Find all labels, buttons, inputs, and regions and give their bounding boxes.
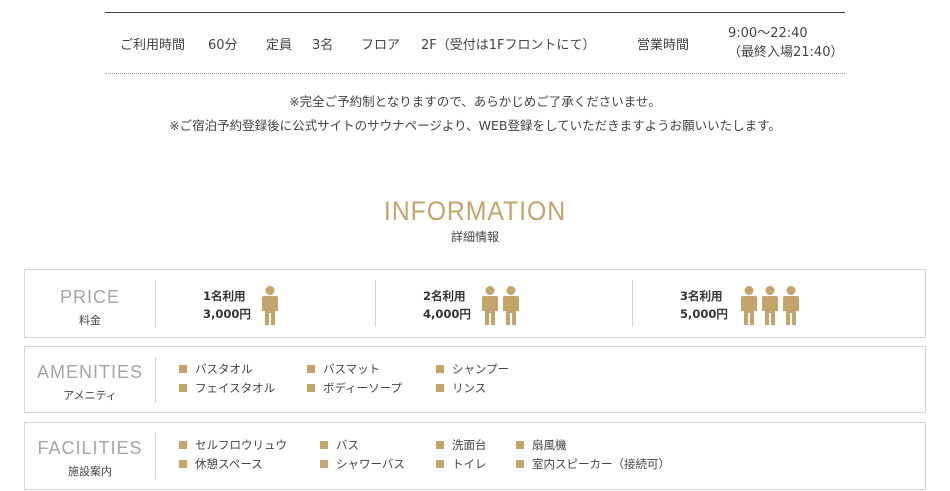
person-icon xyxy=(502,286,520,330)
square-bullet-icon xyxy=(516,441,524,449)
price-label-en: PRICE xyxy=(59,287,120,307)
square-bullet-icon xyxy=(436,460,444,468)
square-bullet-icon xyxy=(179,460,187,468)
usage-time-value: 60分 xyxy=(208,38,238,53)
divider xyxy=(375,280,376,327)
information-header: INFORMATION 詳細情報 xyxy=(0,196,950,245)
amenities-label-en: AMENITIES xyxy=(36,362,143,382)
capacity-label: 定員 xyxy=(266,38,293,53)
list-item: バス xyxy=(320,438,359,452)
list-item: ボディーソープ xyxy=(307,381,402,395)
list-item: トイレ xyxy=(436,457,487,471)
person-icon xyxy=(761,286,779,330)
hours-label: 営業時間 xyxy=(637,38,690,53)
list-item: シャワーバス xyxy=(320,457,405,471)
hours-block: 9:00〜22:40 （最終入場21:40） xyxy=(710,24,843,62)
price-section: PRICE 料金 1名利用 3,000円 2名利用 4,000円 3名利用 5,… xyxy=(24,269,926,338)
list-item: 扇風機 xyxy=(516,438,567,452)
list-item: リンス xyxy=(436,381,486,395)
divider xyxy=(155,280,156,327)
price-amount: 5,000円 xyxy=(680,307,728,321)
information-title: INFORMATION xyxy=(383,196,567,226)
square-bullet-icon xyxy=(516,460,524,468)
facilities-section: FACILITIES 施設案内 セルフロウリュウ 休憩スペース バス シャワーバ… xyxy=(24,422,926,490)
amenities-section: AMENITIES アメニティ バスタオル フェイスタオル バスマット ボディー… xyxy=(24,346,926,413)
square-bullet-icon xyxy=(307,365,315,373)
summary-row: ご利用時間 60分 定員 3名 フロア 2F（受付は1Fフロントにて） 営業時間… xyxy=(105,12,845,74)
person-icons xyxy=(481,286,520,330)
price-amount: 4,000円 xyxy=(423,307,471,321)
price-people: 1名利用 xyxy=(203,289,246,303)
list-item: シャンプー xyxy=(436,362,509,376)
list-item: セルフロウリュウ xyxy=(179,438,287,452)
floor-value: 2F（受付は1Fフロントにて） xyxy=(421,38,596,53)
square-bullet-icon xyxy=(436,365,444,373)
reservation-notes: ※完全ご予約制となりますので、あらかじめご了承くださいませ。 ※ご宿泊予約登録後… xyxy=(0,90,950,138)
list-item: 室内スピーカー（接続可） xyxy=(516,457,670,471)
list-item: フェイスタオル xyxy=(179,381,275,395)
price-amount: 3,000円 xyxy=(203,307,251,321)
list-item: バスタオル xyxy=(179,362,253,376)
divider xyxy=(155,433,156,479)
price-people: 2名利用 xyxy=(423,289,466,303)
list-item: 洗面台 xyxy=(436,438,487,452)
price-label-jp: 料金 xyxy=(79,314,101,327)
floor-label: フロア xyxy=(361,38,401,53)
capacity-value: 3名 xyxy=(312,38,334,53)
amenities-label-jp: アメニティ xyxy=(63,389,117,402)
person-icon xyxy=(740,286,758,330)
square-bullet-icon xyxy=(436,441,444,449)
usage-time-label: ご利用時間 xyxy=(120,38,186,53)
divider xyxy=(155,357,156,402)
note-line: ※完全ご予約制となりますので、あらかじめご了承くださいませ。 xyxy=(289,94,661,109)
information-subtitle: 詳細情報 xyxy=(450,230,499,244)
facilities-label-jp: 施設案内 xyxy=(68,465,112,478)
facilities-label: FACILITIES 施設案内 xyxy=(25,423,155,489)
square-bullet-icon xyxy=(179,365,187,373)
price-people: 3名利用 xyxy=(680,289,723,303)
amenities-label: AMENITIES アメニティ xyxy=(25,347,155,412)
person-icons xyxy=(261,286,279,330)
list-item: 休憩スペース xyxy=(179,457,263,471)
person-icon xyxy=(261,286,279,330)
person-icons xyxy=(740,286,800,330)
divider xyxy=(632,280,633,327)
person-icon xyxy=(782,286,800,330)
square-bullet-icon xyxy=(436,384,444,392)
facilities-label-en: FACILITIES xyxy=(37,438,143,458)
square-bullet-icon xyxy=(179,441,187,449)
list-item: バスマット xyxy=(307,362,380,376)
hours-last-entry: （最終入場21:40） xyxy=(728,45,844,60)
note-line: ※ご宿泊予約登録後に公式サイトのサウナページより、WEB登録をしていただきますよ… xyxy=(169,118,781,133)
hours-value: 9:00〜22:40 xyxy=(728,26,808,41)
square-bullet-icon xyxy=(179,384,187,392)
square-bullet-icon xyxy=(320,441,328,449)
square-bullet-icon xyxy=(320,460,328,468)
price-label: PRICE 料金 xyxy=(25,270,155,337)
square-bullet-icon xyxy=(307,384,315,392)
person-icon xyxy=(481,286,499,330)
